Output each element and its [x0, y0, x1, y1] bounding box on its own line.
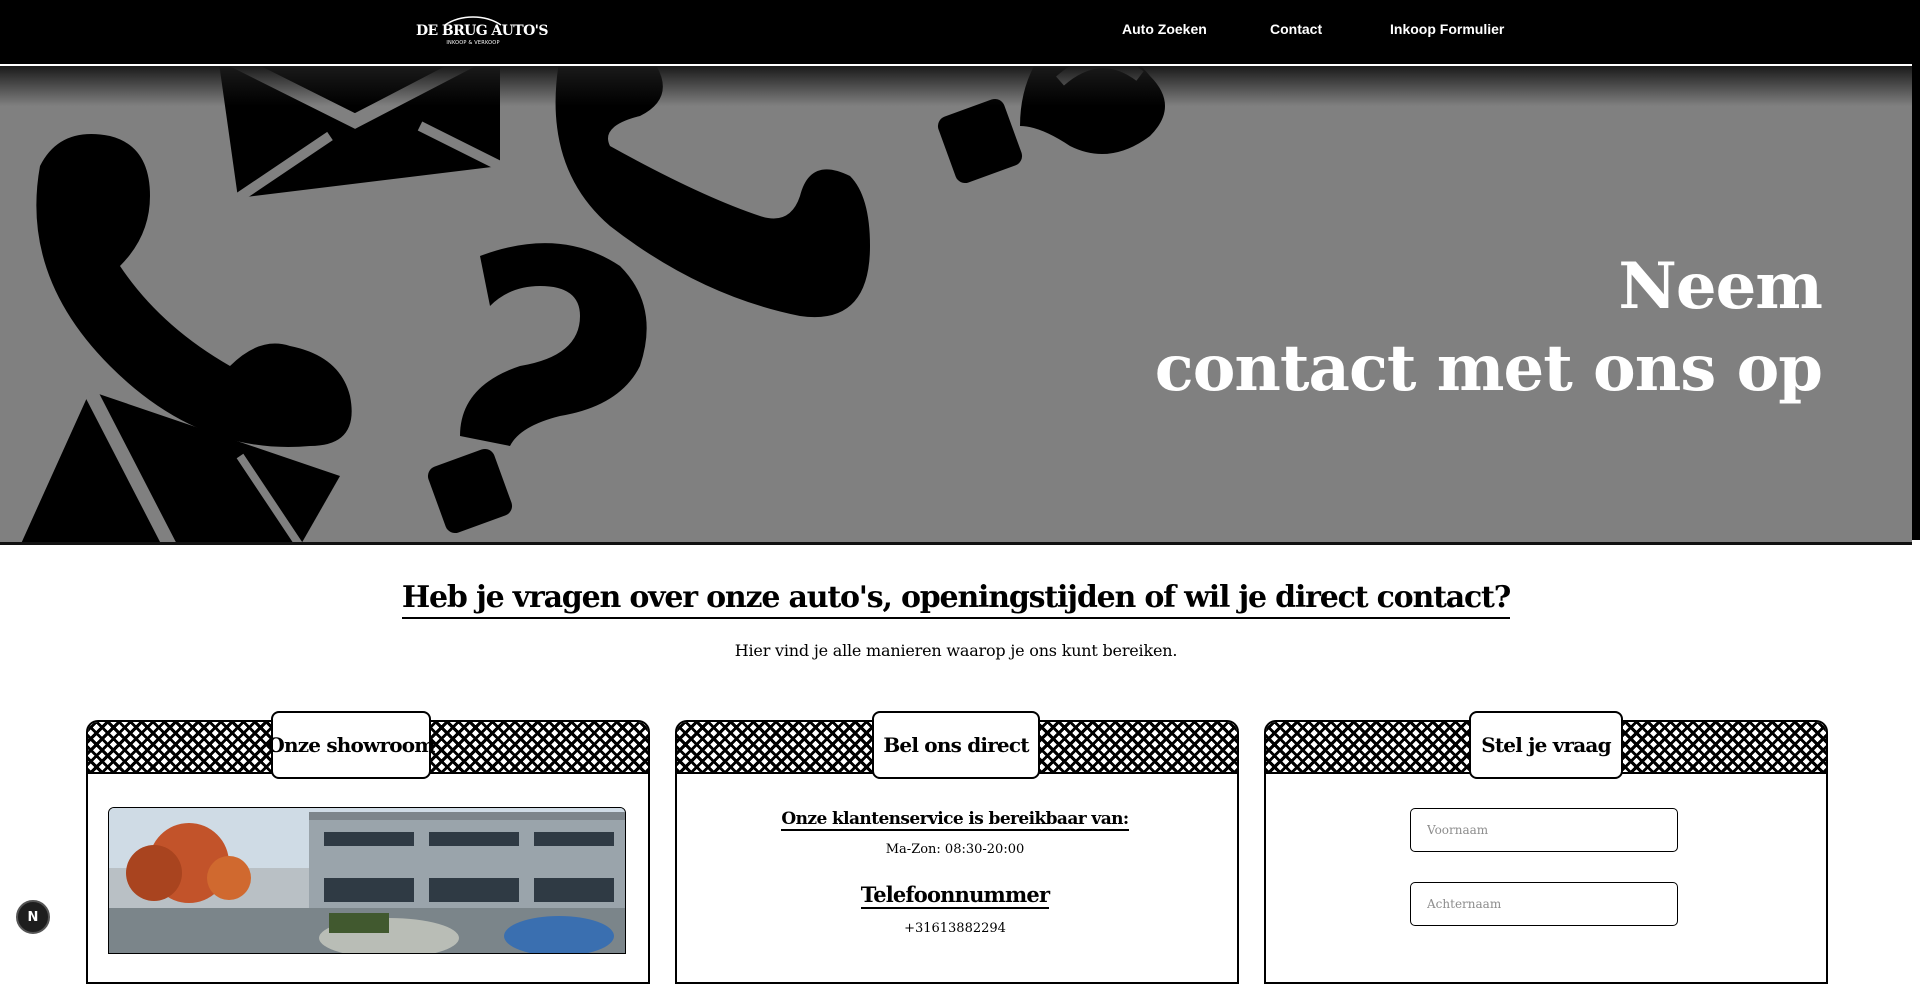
call-tab: Bel ons direct [872, 711, 1040, 779]
site-logo[interactable]: DE BRUG AUTO'S INKOOP & VERKOOP [416, 12, 548, 52]
intro-heading: Heb je vragen over onze auto's, openings… [0, 580, 1912, 619]
question-mark-icon [427, 243, 647, 534]
top-navbar: DE BRUG AUTO'S INKOOP & VERKOOP Auto Zoe… [0, 0, 1912, 66]
hero-title: Neem contact met ons op [1154, 246, 1823, 410]
phone-title-text: Telefoonnummer [860, 882, 1050, 909]
showroom-image [109, 808, 625, 953]
logo-text: DE BRUG AUTO'S [416, 23, 548, 39]
hero-banner: Neem contact met ons op [0, 66, 1912, 545]
hours-title: Onze klantenservice is bereikbaar van: [677, 809, 1233, 831]
nav-inkoop-formulier[interactable]: Inkoop Formulier [1390, 21, 1504, 37]
question-tab: Stel je vraag [1469, 711, 1623, 779]
opening-hours: Ma-Zon: 08:30-20:00 [885, 842, 1025, 857]
logo-subtext: INKOOP & VERKOOP [446, 40, 500, 46]
lastname-input[interactable] [1410, 882, 1678, 926]
hero-title-line2: contact met ons op [1154, 331, 1823, 406]
hero-title-line1: Neem [1618, 249, 1823, 324]
page-edge [1912, 0, 1920, 540]
showroom-tab: Onze showroom [267, 711, 435, 779]
nav-auto-zoeken[interactable]: Auto Zoeken [1122, 21, 1207, 37]
intro-subtext: Hier vind je alle manieren waarop je ons… [734, 641, 1178, 660]
hero-shadow [0, 66, 1912, 106]
firstname-input[interactable] [1410, 808, 1678, 852]
hours-title-text: Onze klantenservice is bereikbaar van: [781, 809, 1129, 831]
nav-contact[interactable]: Contact [1270, 21, 1322, 37]
showroom-photo [108, 807, 626, 954]
phone-number[interactable]: +31613882294 [677, 921, 1233, 936]
intro-heading-text: Heb je vragen over onze auto's, openings… [401, 580, 1511, 619]
nextjs-badge-button[interactable]: N [16, 900, 50, 934]
phone-title: Telefoonnummer [677, 882, 1233, 909]
